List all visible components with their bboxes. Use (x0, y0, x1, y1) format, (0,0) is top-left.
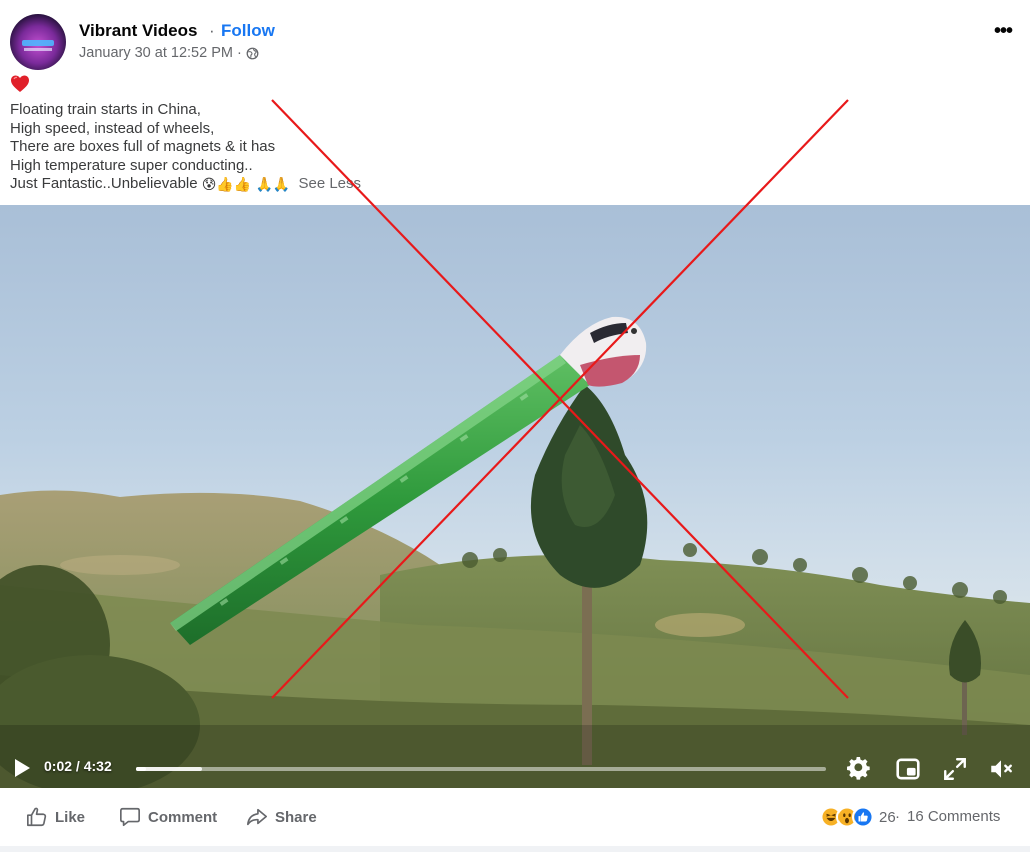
share-label: Share (275, 808, 317, 826)
video-player[interactable]: 0:02 / 4:32 (0, 205, 1030, 788)
like-reaction-icon (852, 806, 874, 828)
like-button[interactable]: Like (26, 806, 85, 828)
post-caption: Floating train starts in China, High spe… (10, 101, 361, 194)
caption-line: High temperature super conducting.. (10, 156, 253, 174)
facebook-post: Vibrant Videos · Follow January 30 at 12… (0, 0, 1030, 852)
comment-label: Comment (148, 808, 218, 826)
reactions-summary[interactable]: 26 (820, 806, 896, 828)
share-arrow-icon (247, 808, 267, 826)
avatar-graphic-text (24, 48, 52, 51)
video-progress-bar[interactable] (136, 767, 826, 771)
post-timestamp[interactable]: January 30 at 12:52 PM (79, 45, 233, 61)
post-footer: Like Comment Share 26 · 16 Comments (0, 788, 1030, 848)
reaction-count: 26 (879, 808, 896, 826)
avatar-graphic (22, 40, 54, 46)
post-bottom-divider (0, 846, 1030, 852)
like-label: Like (55, 808, 86, 826)
globe-icon[interactable] (246, 47, 259, 60)
progress-played (136, 767, 146, 771)
folded-hands-emoji: 🙏 (255, 176, 273, 192)
video-controls-bar: 0:02 / 4:32 (0, 745, 1030, 788)
caption-line: Floating train starts in China, (10, 101, 201, 118)
post-meta: January 30 at 12:52 PM · (79, 45, 259, 61)
stats-separator: · (895, 808, 900, 825)
name-separator: · (209, 21, 215, 40)
follow-button[interactable]: Follow (221, 21, 275, 41)
comments-count-link[interactable]: 16 Comments (907, 808, 1000, 825)
red-heart-icon (11, 75, 29, 92)
comment-bubble-icon (120, 807, 140, 827)
settings-gear-icon[interactable] (846, 756, 872, 782)
video-time-display: 0:02 / 4:32 (44, 758, 112, 774)
time-separator: / (72, 758, 84, 774)
progress-buffered (136, 767, 202, 771)
fullscreen-icon[interactable] (942, 756, 968, 782)
play-icon[interactable] (12, 757, 32, 779)
thumbs-up-icon (27, 807, 47, 827)
comment-button[interactable]: Comment (119, 806, 217, 828)
page-name-link[interactable]: Vibrant Videos (79, 21, 197, 41)
meta-separator: · (236, 45, 242, 61)
video-frame-image (0, 316, 1030, 788)
folded-hands-emoji: 🙏 (272, 176, 291, 192)
caption-line: High speed, instead of wheels, (10, 119, 215, 137)
video-duration: 4:32 (83, 758, 112, 774)
thumbs-up-emoji: 👍 (216, 176, 234, 192)
caption-line: There are boxes full of magnets & it has (10, 138, 276, 155)
caption-text: Just Fantastic..Unbelievable (10, 175, 198, 192)
see-less-link[interactable]: See Less (298, 175, 361, 192)
anxious-face-emoji: 😰 (201, 176, 217, 192)
volume-muted-icon[interactable] (988, 756, 1014, 782)
thumbs-up-emoji: 👍 (233, 176, 252, 192)
caption-line-last: Just Fantastic..Unbelievable 😰👍👍 🙏🙏 See … (10, 175, 361, 194)
share-button[interactable]: Share (246, 806, 317, 828)
current-time: 0:02 (44, 758, 73, 774)
picture-in-picture-icon[interactable] (895, 756, 921, 782)
page-avatar[interactable] (10, 14, 66, 70)
more-options-icon[interactable]: ••• (994, 20, 1013, 43)
